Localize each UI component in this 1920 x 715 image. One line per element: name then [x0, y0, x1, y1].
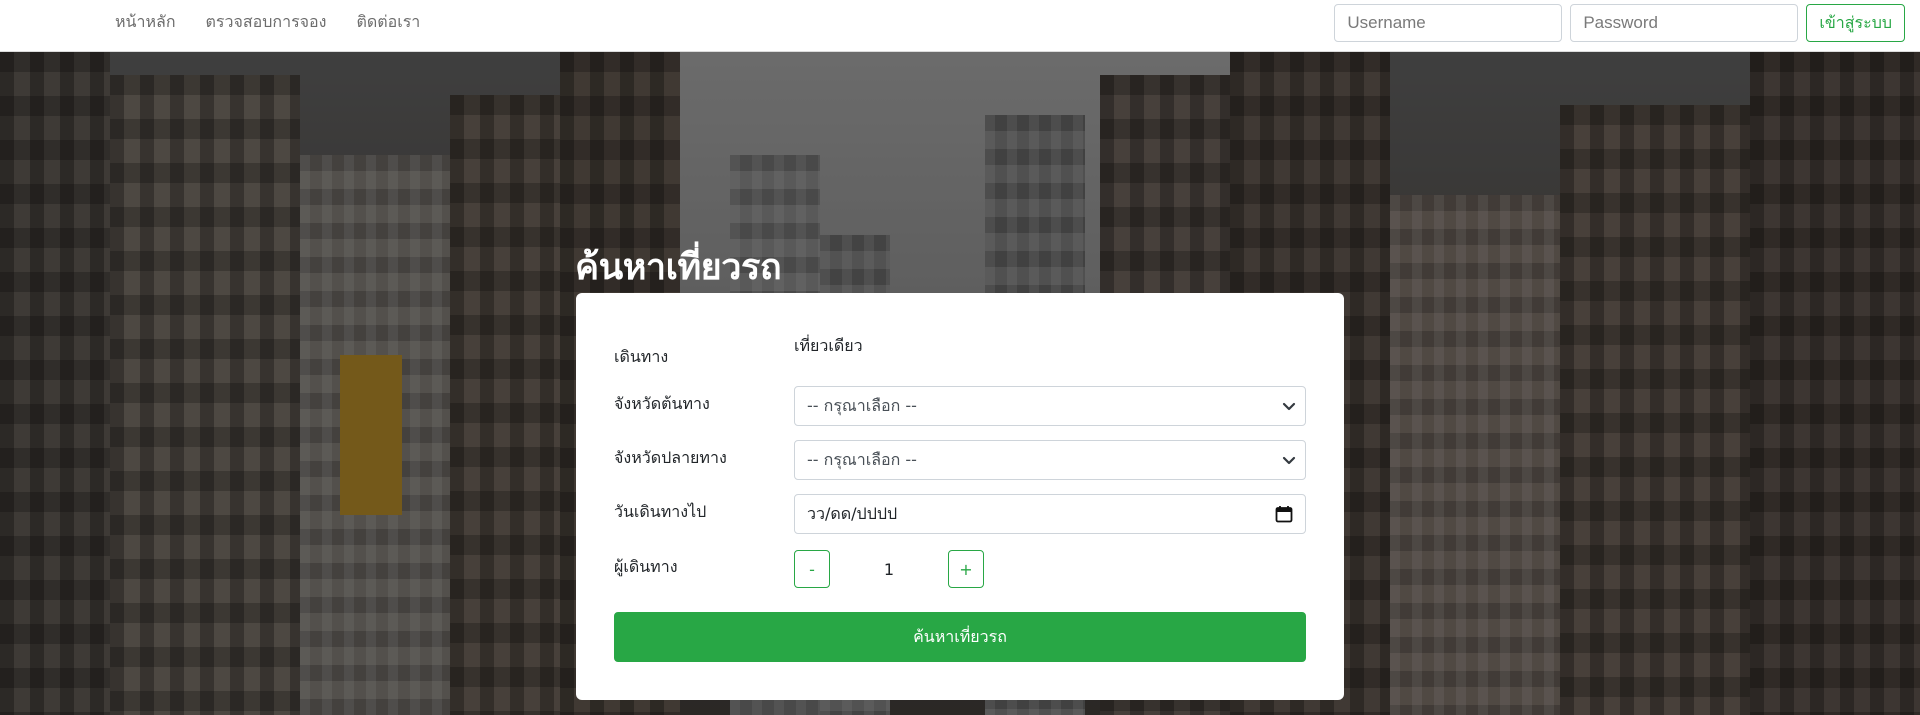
- chevron-down-icon: [1282, 456, 1296, 465]
- nav-link-contact[interactable]: ติดต่อเรา: [356, 10, 420, 35]
- passengers-label: ผู้เดินทาง: [614, 557, 678, 576]
- trip-type-label: เดินทาง: [614, 347, 669, 366]
- nav-link-home[interactable]: หน้าหลัก: [115, 10, 176, 35]
- passengers-row: ผู้เดินทาง - 1 +: [614, 549, 1306, 591]
- passenger-count: 1: [883, 559, 895, 579]
- password-input[interactable]: [1570, 4, 1799, 42]
- passengers-field: - 1 +: [794, 549, 1306, 589]
- passenger-stepper: - 1 +: [794, 549, 1306, 589]
- origin-select[interactable]: -- กรุณาเลือก --: [794, 386, 1306, 426]
- date-value: วว/ดด/ปปปป: [807, 503, 898, 523]
- destination-field: -- กรุณาเลือก --: [794, 440, 1306, 480]
- departure-date-input[interactable]: วว/ดด/ปปปป: [794, 494, 1306, 534]
- username-input[interactable]: [1334, 4, 1563, 42]
- date-label: วันเดินทางไป: [614, 502, 707, 521]
- origin-label: จังหวัดต้นทาง: [614, 394, 710, 413]
- decrement-button[interactable]: -: [794, 550, 830, 588]
- destination-label: จังหวัดปลายทาง: [614, 448, 727, 467]
- search-card: เดินทาง เที่ยวเดียว จังหวัดต้นทาง -- กรุ…: [576, 293, 1344, 700]
- origin-select-value: -- กรุณาเลือก --: [807, 395, 917, 415]
- chevron-down-icon: [1282, 402, 1296, 411]
- origin-row: จังหวัดต้นทาง -- กรุณาเลือก --: [614, 385, 1306, 427]
- trip-type-value: เที่ยวเดียว: [794, 336, 863, 355]
- date-field: วว/ดด/ปปปป: [794, 494, 1306, 534]
- nav-link-check-booking[interactable]: ตรวจสอบการจอง: [206, 10, 327, 35]
- nav-links: หน้าหลัก ตรวจสอบการจอง ติดต่อเรา: [115, 0, 450, 44]
- login-form: เข้าสู่ระบบ: [1334, 4, 1905, 42]
- top-navbar: หน้าหลัก ตรวจสอบการจอง ติดต่อเรา เข้าสู่…: [0, 0, 1920, 52]
- destination-select-value: -- กรุณาเลือก --: [807, 449, 917, 469]
- destination-row: จังหวัดปลายทาง -- กรุณาเลือก --: [614, 439, 1306, 481]
- calendar-icon[interactable]: [1275, 505, 1293, 523]
- trip-type-field: เที่ยวเดียว: [794, 331, 1306, 371]
- destination-select[interactable]: -- กรุณาเลือก --: [794, 440, 1306, 480]
- date-row: วันเดินทางไป วว/ดด/ปปปป: [614, 493, 1306, 535]
- increment-button[interactable]: +: [948, 550, 984, 588]
- page-title: ค้นหาเที่ยวรถ: [575, 247, 782, 288]
- login-button[interactable]: เข้าสู่ระบบ: [1806, 4, 1905, 42]
- trip-type-row: เดินทาง เที่ยวเดียว: [614, 331, 1306, 373]
- search-trips-button[interactable]: ค้นหาเที่ยวรถ: [614, 612, 1306, 662]
- origin-field: -- กรุณาเลือก --: [794, 386, 1306, 426]
